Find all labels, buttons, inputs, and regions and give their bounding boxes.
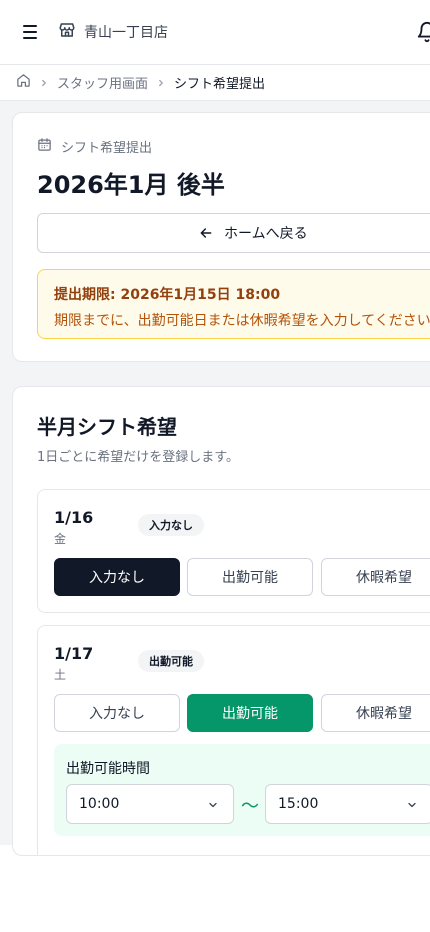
home-icon[interactable] bbox=[16, 73, 31, 92]
day-card-1-16: 1/16 金 入力なし 入力なし 出勤可能 休暇希望 bbox=[37, 489, 430, 613]
menu-icon[interactable] bbox=[22, 23, 42, 41]
day-card-1-17: 1/17 土 出勤可能 入力なし 出勤可能 休暇希望 出勤可能時間 10:00 … bbox=[37, 625, 430, 855]
store-name: 青山一丁目店 bbox=[84, 25, 168, 41]
time-separator: 〜 bbox=[241, 796, 259, 817]
status-badge: 出勤可能 bbox=[138, 650, 204, 672]
chevron-right-icon bbox=[39, 78, 49, 88]
chevron-right-icon bbox=[156, 78, 166, 88]
end-time-select[interactable]: 15:00 bbox=[265, 784, 430, 824]
availability-panel: 出勤可能時間 10:00 〜 15:00 bbox=[54, 744, 430, 836]
day-date: 1/17 bbox=[54, 644, 94, 663]
deadline-notice: 提出期限: 2026年1月15日 18:00 期限までに、出勤可能日または休暇希… bbox=[37, 269, 430, 339]
breadcrumb: スタッフ用画面 シフト希望提出 bbox=[0, 65, 430, 101]
back-home-button[interactable]: ホームへ戻る bbox=[37, 213, 430, 253]
start-time-value: 10:00 bbox=[79, 796, 120, 812]
deadline-title: 提出期限: 2026年1月15日 18:00 bbox=[54, 287, 281, 303]
shift-request-card: シフト希望提出 2026年1月 後半 ホームへ戻る 提出期限: 2026年1月1… bbox=[12, 112, 430, 362]
period-title: 2026年1月 後半 bbox=[37, 171, 225, 199]
half-month-card: 半月シフト希望 1日ごとに希望だけを登録します。 1/16 金 入力なし 入力な… bbox=[12, 386, 430, 856]
top-header: 青山一丁目店 bbox=[0, 0, 430, 65]
half-month-title: 半月シフト希望 bbox=[37, 415, 177, 439]
option-available-button[interactable]: 出勤可能 bbox=[187, 694, 313, 732]
deadline-text: 期限までに、出勤可能日または休暇希望を入力してください bbox=[54, 313, 430, 329]
option-leave-button[interactable]: 休暇希望 bbox=[321, 558, 430, 596]
calendar-icon bbox=[37, 137, 52, 156]
breadcrumb-current: シフト希望提出 bbox=[174, 77, 266, 92]
half-month-subtitle: 1日ごとに希望だけを登録します。 bbox=[37, 450, 239, 465]
app-viewport: 青山一丁目店 スタッフ用画面 シフト希望提出 シフト希望提出 2026年1月 後… bbox=[0, 0, 430, 932]
start-time-select[interactable]: 10:00 bbox=[66, 784, 234, 824]
availability-label: 出勤可能時間 bbox=[66, 761, 150, 777]
section-label: シフト希望提出 bbox=[37, 137, 152, 156]
store-selector[interactable]: 青山一丁目店 bbox=[58, 20, 168, 44]
option-none-button[interactable]: 入力なし bbox=[54, 558, 180, 596]
section-label-text: シフト希望提出 bbox=[61, 141, 153, 156]
day-date: 1/16 bbox=[54, 508, 94, 527]
back-home-label: ホームへ戻る bbox=[224, 226, 308, 242]
bell-icon[interactable] bbox=[416, 21, 430, 43]
breadcrumb-staff[interactable]: スタッフ用画面 bbox=[57, 73, 148, 92]
option-none-button[interactable]: 入力なし bbox=[54, 694, 180, 732]
option-available-button[interactable]: 出勤可能 bbox=[187, 558, 313, 596]
status-badge: 入力なし bbox=[138, 514, 204, 536]
arrow-left-icon bbox=[198, 225, 214, 241]
day-weekday: 土 bbox=[54, 668, 67, 682]
store-icon bbox=[58, 21, 76, 43]
chevron-down-icon bbox=[207, 799, 219, 815]
option-leave-button[interactable]: 休暇希望 bbox=[321, 694, 430, 732]
end-time-value: 15:00 bbox=[278, 796, 319, 812]
chevron-down-icon bbox=[406, 799, 418, 815]
day-weekday: 金 bbox=[54, 532, 67, 546]
